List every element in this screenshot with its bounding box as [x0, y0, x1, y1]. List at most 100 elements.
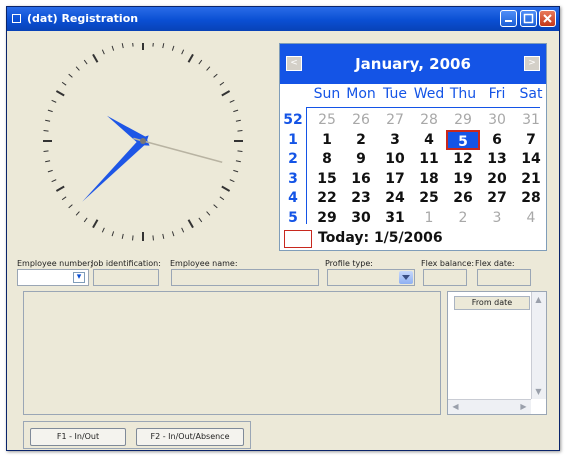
clock-minute-tick [132, 43, 134, 47]
clock-minute-tick [235, 119, 241, 122]
from-date-list[interactable]: From date ▲ ▼ ◀ ▶ [447, 291, 547, 415]
day-cell[interactable]: 30 [344, 208, 378, 228]
profile-type-label: Profile type: [325, 259, 373, 268]
day-cell[interactable]: 26 [344, 110, 378, 130]
clock-minute-tick [233, 169, 239, 173]
day-cell[interactable]: 31 [378, 208, 412, 228]
day-cell[interactable]: 18 [412, 169, 446, 189]
day-cell[interactable]: 1 [310, 130, 344, 150]
day-cell[interactable]: 15 [310, 169, 344, 189]
day-cell[interactable]: 24 [378, 188, 412, 208]
day-cell[interactable]: 4 [412, 130, 446, 150]
day-cell[interactable]: 10 [378, 149, 412, 169]
close-button[interactable] [539, 10, 556, 27]
next-month-button[interactable]: > [524, 56, 540, 71]
chevron-down-icon[interactable] [399, 271, 413, 284]
clock-hour-tick [55, 185, 65, 192]
scroll-right-icon[interactable]: ▶ [517, 400, 530, 413]
day-cell[interactable]: 27 [480, 188, 514, 208]
scroll-left-icon[interactable]: ◀ [449, 400, 462, 413]
clock-minute-tick [47, 109, 53, 113]
clock-minute-tick [229, 99, 235, 103]
maximize-button[interactable] [520, 10, 537, 27]
clock-minute-tick [121, 233, 124, 239]
day-cell[interactable]: 25 [412, 188, 446, 208]
clock-hour-tick [221, 185, 231, 192]
day-cell[interactable]: 17 [378, 169, 412, 189]
day-cell[interactable]: 2 [344, 130, 378, 150]
clock-minute-tick [213, 204, 218, 209]
vertical-scrollbar[interactable]: ▲ ▼ [531, 292, 546, 399]
day-cell[interactable]: 11 [412, 149, 446, 169]
f1-in-out-button[interactable]: F1 - In/Out [30, 428, 126, 446]
day-cell[interactable]: 21 [514, 169, 548, 189]
day-cell[interactable]: 29 [310, 208, 344, 228]
clock-hour-tick [187, 53, 194, 63]
day-cell[interactable]: 14 [514, 149, 548, 169]
registrations-panel[interactable] [23, 291, 441, 415]
selected-day-cell[interactable]: 5 [446, 129, 480, 150]
horizontal-scrollbar[interactable]: ◀ ▶ [448, 399, 531, 414]
window-title: (dat) Registration [27, 12, 139, 25]
day-cell[interactable]: 20 [480, 169, 514, 189]
day-cell[interactable]: 22 [310, 188, 344, 208]
day-cell[interactable]: 26 [446, 188, 480, 208]
scroll-up-icon[interactable]: ▲ [532, 293, 545, 306]
clock-minute-tick [132, 235, 134, 241]
clock-hour-tick [187, 219, 194, 229]
profile-type-select[interactable] [327, 269, 415, 286]
day-cell[interactable]: 27 [378, 110, 412, 130]
weekday-header-thu: Thu [449, 86, 477, 102]
week-number: 4 [288, 190, 298, 206]
day-cell[interactable]: 23 [344, 188, 378, 208]
clock-minute-tick [61, 81, 67, 86]
day-cell[interactable]: 29 [446, 110, 480, 130]
day-cell[interactable]: 28 [412, 110, 446, 130]
day-cell[interactable]: 12 [446, 149, 480, 169]
calendar-header: < January, 2006 > [280, 44, 546, 84]
calendar-month-title: January, 2006 [355, 55, 471, 73]
title-bar[interactable]: (dat) Registration [7, 7, 559, 31]
minimize-button[interactable] [500, 10, 517, 27]
week-number: 1 [288, 131, 298, 148]
clock-center-pin [140, 138, 146, 144]
employee-name-field[interactable] [171, 269, 319, 286]
flex-balance-field[interactable] [423, 269, 467, 286]
chevron-right-icon: > [528, 58, 536, 68]
day-cell[interactable]: 6 [480, 130, 514, 150]
day-cell[interactable]: 31 [514, 110, 548, 130]
flex-date-field[interactable] [477, 269, 531, 286]
day-cell[interactable]: 3 [378, 130, 412, 150]
clock-minute-tick [213, 73, 218, 78]
day-cell[interactable]: 9 [344, 149, 378, 169]
job-identification-label: Job identification: [91, 259, 161, 268]
scroll-down-icon[interactable]: ▼ [532, 385, 545, 398]
weekday-header-tue: Tue [383, 86, 407, 102]
day-cell[interactable]: 28 [514, 188, 548, 208]
job-identification-field[interactable] [93, 269, 159, 286]
day-cell[interactable]: 16 [344, 169, 378, 189]
lookup-icon[interactable]: ▾ [73, 272, 85, 283]
clock-minute-tick [237, 150, 243, 152]
day-cell[interactable]: 7 [514, 130, 548, 150]
employee-number-field[interactable]: ▾ [17, 269, 89, 286]
clock-minute-tick [229, 179, 235, 183]
day-cell[interactable]: 25 [310, 110, 344, 130]
weekday-header-wed: Wed [413, 86, 445, 102]
month-calendar[interactable]: < January, 2006 > Today: 1/5/2006 Sun Mon… [279, 43, 547, 251]
from-date-column-header[interactable]: From date [454, 296, 530, 310]
clock-minute-tick [75, 66, 80, 71]
day-cell[interactable]: 19 [446, 169, 480, 189]
today-label[interactable]: Today: 1/5/2006 [318, 230, 443, 246]
day-cell[interactable]: 8 [310, 149, 344, 169]
f2-in-out-absence-button[interactable]: F2 - In/Out/Absence [136, 428, 244, 446]
day-cell[interactable]: 13 [480, 149, 514, 169]
day-cell[interactable]: 2 [446, 208, 480, 228]
day-cell[interactable]: 3 [480, 208, 514, 228]
clock-minute-tick [47, 169, 53, 173]
clock-minute-tick [45, 119, 51, 122]
day-cell[interactable]: 4 [514, 208, 548, 228]
day-cell[interactable]: 30 [480, 110, 514, 130]
day-cell[interactable]: 1 [412, 208, 446, 228]
clock-minute-tick [233, 109, 239, 113]
